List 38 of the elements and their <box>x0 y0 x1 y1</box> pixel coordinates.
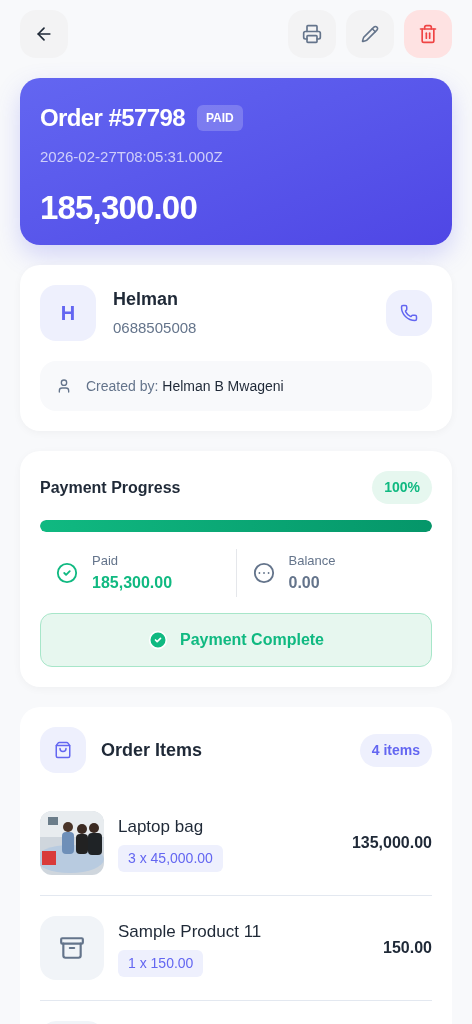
ellipsis-circle-icon <box>252 562 275 584</box>
phone-icon <box>400 304 418 322</box>
product-name: Sample Product 11 <box>118 920 263 943</box>
order-total: 185,300.00 <box>40 187 198 228</box>
pencil-icon <box>361 25 379 43</box>
customer-name: Helman <box>113 288 180 312</box>
order-title: Order #57798 <box>40 103 185 133</box>
customer-phone: 0688505008 <box>113 318 198 339</box>
line-total: 150.00 <box>383 938 432 958</box>
customer-avatar: H <box>40 285 96 341</box>
line-total: 135,000.00 <box>351 833 432 853</box>
payment-status-text: Payment Complete <box>179 630 324 650</box>
order-timestamp: 2026-02-27T08:05:31.000Z <box>40 147 224 167</box>
check-circle-icon <box>56 562 78 584</box>
balance-label: Balance <box>288 552 336 571</box>
back-button[interactable] <box>20 10 68 58</box>
delete-button[interactable] <box>404 10 452 58</box>
product-name: Laptop bag <box>118 815 205 838</box>
paid-amount: 185,300.00 <box>92 572 173 593</box>
items-title: Order Items <box>101 738 204 762</box>
trash-icon <box>418 24 438 44</box>
quantity-badge: 1 x 150.00 <box>118 950 204 978</box>
check-circle-icon <box>147 630 168 650</box>
print-button[interactable] <box>288 10 336 58</box>
box-icon <box>59 935 85 961</box>
status-badge: PAID <box>196 105 243 131</box>
edit-button[interactable] <box>346 10 394 58</box>
balance-amount: 0.00 <box>288 572 321 593</box>
person-icon <box>56 378 72 394</box>
created-by-text: Created by: Helman B Mwageni <box>86 376 284 396</box>
bag-icon <box>54 741 72 759</box>
call-button[interactable] <box>386 290 432 336</box>
items-count-badge: 4 items <box>359 733 432 767</box>
paid-label: Paid <box>92 552 120 571</box>
printer-icon <box>302 24 322 44</box>
percent-badge: 100% <box>372 471 432 504</box>
quantity-badge: 3 x 45,000.00 <box>118 845 223 873</box>
payment-title: Payment Progress <box>40 477 181 498</box>
